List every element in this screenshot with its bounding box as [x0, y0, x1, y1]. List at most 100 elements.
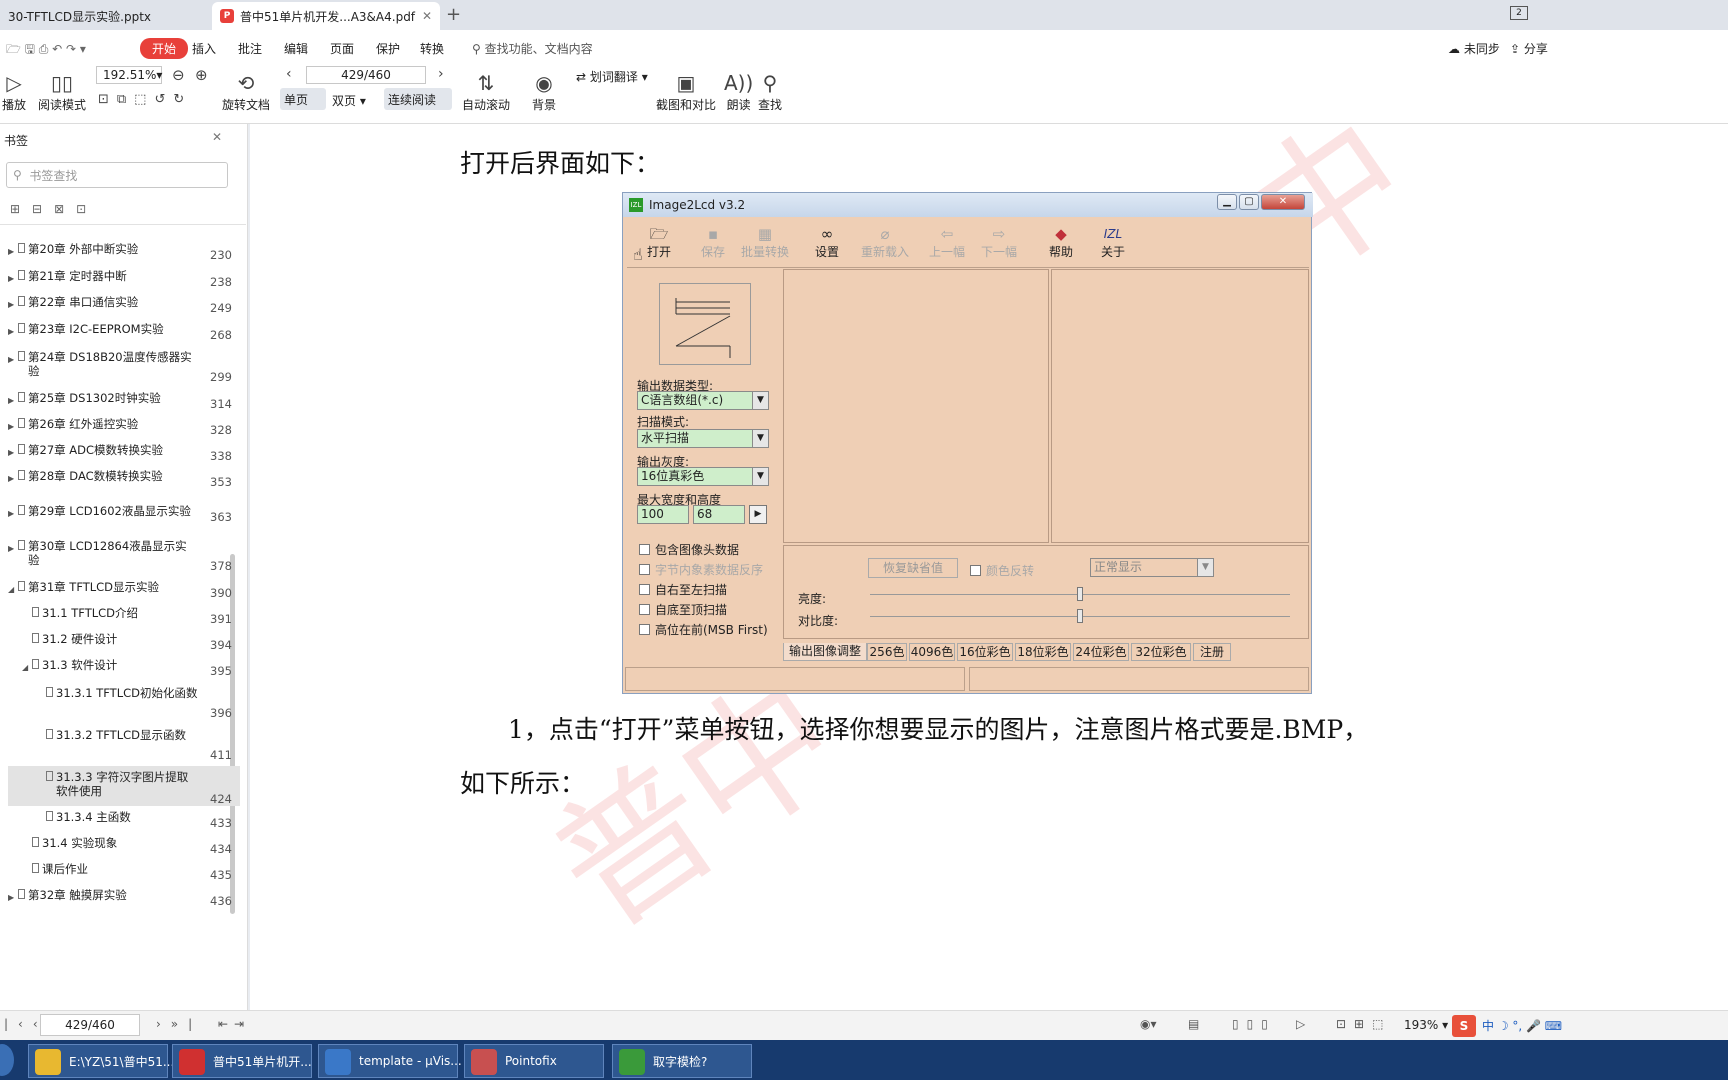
bookmark-item[interactable]: ◢ 31.3 软件设计 395 — [8, 658, 240, 678]
ime-status[interactable]: 中 ☽ °, 🎤 ⌨ — [1482, 1017, 1562, 1034]
apply-size-button[interactable]: ▶ — [749, 505, 767, 524]
read-aloud-button[interactable]: A)) 朗读 — [724, 70, 753, 113]
prev-image-button[interactable]: ⇦ 上一幅 — [919, 225, 975, 260]
read-mode-button[interactable]: ▯▯ 阅读模式 — [38, 70, 86, 113]
byte-reverse-checkbox[interactable]: 字节内象素数据反序 — [639, 561, 763, 578]
sogou-ime-icon[interactable]: S — [1452, 1015, 1476, 1037]
taskbar-button[interactable]: Pointofix — [464, 1044, 604, 1078]
expand-arrow-icon[interactable]: ◢ — [8, 583, 14, 597]
window-count-badge[interactable]: 2 — [1510, 6, 1528, 20]
bookmark-item[interactable]: ▶ 第21章 定时器中断 238 — [8, 269, 240, 289]
bookmark-item[interactable]: ◢ 第31章 TFTLCD显示实验 390 — [8, 580, 240, 600]
batch-convert-button[interactable]: ▦ 批量转换 — [737, 225, 793, 260]
maximize-icon[interactable]: ▢ — [1239, 194, 1259, 210]
continuous-read-button[interactable]: 连续阅读 — [384, 88, 452, 110]
bookmark-item[interactable]: ▶ 第32章 触摸屏实验 436 — [8, 888, 240, 908]
contrast-slider[interactable] — [1077, 609, 1083, 623]
play-icon[interactable]: ▷ — [1296, 1017, 1305, 1031]
bookmark-item[interactable]: ▶ 第23章 I2C-EEPROM实验 268 — [8, 322, 240, 342]
tab-256-colors[interactable]: 256色 — [867, 643, 907, 661]
tab-pdf[interactable]: P 普中51单片机开发...A3&A4.pdf ✕ — [212, 2, 440, 30]
bookmark-item[interactable]: 31.3.2 TFTLCD显示函数 411 — [8, 728, 240, 762]
bookmark-search-input[interactable]: ⚲ 书签查找 — [6, 162, 228, 188]
bookmark-item[interactable]: ▶ 第27章 ADC模数转换实验 338 — [8, 443, 240, 463]
output-type-select[interactable]: C语言数组(*.c) ▼ — [637, 391, 769, 410]
page-nav-next-last[interactable]: ›»| — [156, 1017, 202, 1031]
bookmark-item[interactable]: 31.1 TFTLCD介绍 391 — [8, 606, 240, 626]
scan-mode-select[interactable]: 水平扫描 ▼ — [637, 429, 769, 448]
tab-32bit[interactable]: 32位彩色 — [1131, 643, 1191, 661]
bookmark-item[interactable]: ▶ 第29章 LCD1602液晶显示实验 363 — [8, 504, 240, 524]
msb-first-checkbox[interactable]: 高位在前(MSB First) — [639, 621, 768, 638]
status-page-input[interactable]: 429/460 — [40, 1014, 140, 1036]
bookmark-item[interactable]: ▶ 第20章 外部中断实验 230 — [8, 242, 240, 262]
expand-arrow-icon[interactable]: ▶ — [8, 472, 14, 486]
about-button[interactable]: IZL 关于 — [1085, 225, 1141, 260]
new-tab-icon[interactable]: + — [446, 4, 461, 25]
status-zoom[interactable]: 193% ▾ — [1404, 1018, 1448, 1032]
bookmark-item[interactable]: 31.3.4 主函数 433 — [8, 810, 240, 830]
share-button[interactable]: ⇪ 分享 — [1510, 40, 1548, 57]
bookmark-tool-icons[interactable]: ⊞⊟⊠⊡ — [10, 202, 98, 216]
quick-access-icons[interactable]: 🗁 🖫 ⎙ ↶ ↷ ▾ — [6, 40, 86, 61]
bookmark-item[interactable]: ▶ 第28章 DAC数模转换实验 353 — [8, 469, 240, 489]
output-gray-select[interactable]: 16位真彩色 ▼ — [637, 467, 769, 486]
expand-arrow-icon[interactable]: ▶ — [8, 542, 14, 556]
minimize-icon[interactable]: ▁ — [1217, 194, 1237, 210]
start-button[interactable] — [0, 1044, 14, 1076]
prev-page-icon[interactable]: ‹ — [286, 66, 292, 82]
bookmark-item[interactable]: ▶ 第24章 DS18B20温度传感器实验 299 — [8, 350, 240, 384]
display-mode-select[interactable]: 正常显示 ▼ — [1090, 558, 1214, 577]
expand-arrow-icon[interactable]: ▶ — [8, 420, 14, 434]
zoom-select[interactable]: 192.51% ▾ — [96, 66, 162, 84]
expand-arrow-icon[interactable]: ▶ — [8, 394, 14, 408]
save-button[interactable]: ▪ 保存 — [685, 225, 741, 260]
eye-protection-icon[interactable]: ◉▾ — [1140, 1017, 1157, 1031]
tab-output-adjust[interactable]: 输出图像调整 — [783, 643, 867, 661]
menu-annotate[interactable]: 批注 — [238, 40, 262, 57]
auto-scroll-button[interactable]: ⇅ 自动滚动 — [462, 70, 510, 113]
expand-arrow-icon[interactable]: ▶ — [8, 245, 14, 259]
bookmark-item[interactable]: 课后作业 435 — [8, 862, 240, 882]
expand-arrow-icon[interactable]: ▶ — [8, 353, 14, 367]
close-icon[interactable]: ✕ — [212, 130, 222, 144]
page-number-input[interactable]: 429/460 — [306, 66, 426, 84]
bottom-to-top-checkbox[interactable]: 自底至顶扫描 — [639, 601, 727, 618]
tab-18bit[interactable]: 18位彩色 — [1015, 643, 1071, 661]
expand-arrow-icon[interactable]: ▶ — [8, 272, 14, 286]
bookmark-item[interactable]: ▶ 第25章 DS1302时钟实验 314 — [8, 391, 240, 411]
right-to-left-checkbox[interactable]: 自右至左扫描 — [639, 581, 727, 598]
invert-color-checkbox[interactable]: 颜色反转 — [970, 562, 1034, 579]
max-height-input[interactable]: 68 — [693, 505, 745, 524]
function-search[interactable]: ⚲ 查找功能、文档内容 — [472, 40, 593, 57]
expand-arrow-icon[interactable]: ▶ — [8, 298, 14, 312]
menu-convert[interactable]: 转换 — [420, 40, 444, 57]
expand-arrow-icon[interactable]: ▶ — [8, 891, 14, 905]
expand-arrow-icon[interactable]: ▶ — [8, 325, 14, 339]
taskbar-button[interactable]: template - µVis... — [318, 1044, 462, 1078]
bookmark-item[interactable]: 31.3.1 TFTLCD初始化函数 396 — [8, 686, 240, 720]
tab-4096-colors[interactable]: 4096色 — [909, 643, 955, 661]
close-tab-icon[interactable]: ✕ — [422, 9, 432, 23]
restore-defaults-button[interactable]: 恢复缺省值 — [868, 558, 958, 578]
taskbar-button[interactable]: 普中51单片机开... — [172, 1044, 312, 1078]
fit-icons[interactable]: ⊡⊞⬚ — [1336, 1017, 1391, 1031]
menu-home[interactable]: 开始 — [140, 38, 189, 59]
bookmark-item[interactable]: ▶ 第26章 红外遥控实验 328 — [8, 417, 240, 437]
zoom-in-icon[interactable]: ⊕ — [195, 66, 208, 84]
double-page-button[interactable]: 双页 ▾ — [332, 92, 366, 109]
play-button[interactable]: ▷ 播放 — [2, 70, 26, 113]
help-button[interactable]: ◆ 帮助 — [1033, 225, 1089, 260]
settings-button[interactable]: ∞ 设置 — [799, 225, 855, 260]
taskbar-button[interactable]: 取字模检? — [612, 1044, 752, 1078]
menu-protect[interactable]: 保护 — [376, 40, 400, 57]
bookmark-item[interactable]: 31.2 硬件设计 394 — [8, 632, 240, 652]
translate-button[interactable]: ⇄ 划词翻译 ▾ — [576, 68, 648, 85]
menu-page[interactable]: 页面 — [330, 40, 354, 57]
bookmark-item[interactable]: ▶ 第22章 串口通信实验 249 — [8, 295, 240, 315]
include-header-checkbox[interactable]: 包含图像头数据 — [639, 541, 739, 558]
bookmark-item[interactable]: ▶ 第30章 LCD12864液晶显示实验 378 — [8, 539, 240, 573]
taskbar-button[interactable]: E:\YZ\51\普中51... — [28, 1044, 174, 1078]
tab-register[interactable]: 注册 — [1193, 643, 1231, 661]
reload-button[interactable]: ⌀ 重新载入 — [857, 225, 913, 260]
